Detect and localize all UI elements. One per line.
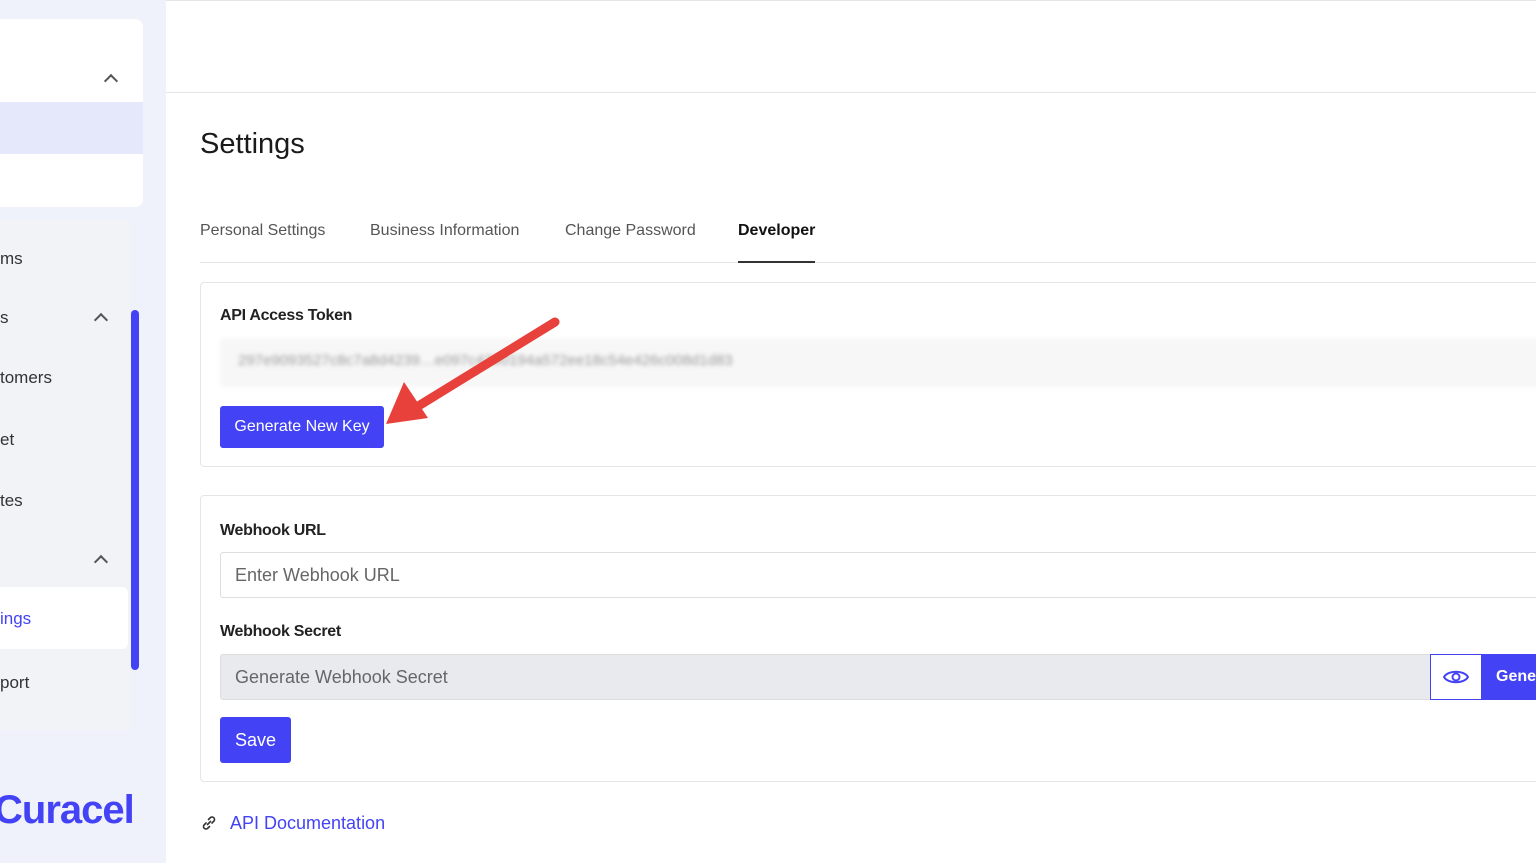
- toggle-visibility-button[interactable]: [1430, 654, 1482, 700]
- sidebar-scrollbar[interactable]: [131, 310, 139, 670]
- sidebar-item-wallet[interactable]: et: [0, 430, 14, 450]
- chevron-up-icon[interactable]: [103, 73, 119, 89]
- eye-icon: [1443, 670, 1469, 684]
- annotation-arrow-icon: [386, 317, 560, 424]
- sidebar-item-settings[interactable]: ings: [0, 587, 128, 649]
- sidebar-group[interactable]: s: [0, 308, 9, 328]
- api-documentation-label[interactable]: API Documentation: [230, 813, 385, 833]
- api-token-label: API Access Token: [220, 307, 353, 324]
- sidebar-item-support[interactable]: port: [0, 673, 29, 693]
- sidebar-item-customers[interactable]: tomers: [0, 368, 52, 388]
- tab-personal-settings[interactable]: Personal Settings: [200, 222, 325, 263]
- tab-business-information[interactable]: Business Information: [370, 222, 519, 263]
- api-documentation-link[interactable]: API Documentation: [200, 813, 385, 834]
- sidebar: ms s tomers et tes ings port Curacel: [0, 0, 166, 863]
- curacel-logo: Curacel: [0, 788, 135, 832]
- sidebar-nav: [0, 220, 130, 730]
- webhook-secret-input[interactable]: Generate Webhook Secret: [220, 654, 1439, 700]
- tab-developer[interactable]: Developer: [738, 222, 816, 263]
- sidebar-top-card: [0, 19, 143, 207]
- sidebar-item-claims[interactable]: ms: [0, 249, 23, 269]
- sidebar-item-selected[interactable]: [0, 102, 143, 154]
- link-icon: [202, 816, 216, 830]
- tab-change-password[interactable]: Change Password: [565, 222, 696, 263]
- generate-new-key-button[interactable]: Generate New Key: [220, 406, 384, 448]
- top-header: [166, 0, 1536, 93]
- webhook-card: Webhook URL Enter Webhook URL Webhook Se…: [200, 495, 1536, 782]
- webhook-url-label: Webhook URL: [220, 522, 326, 539]
- save-button[interactable]: Save: [220, 717, 291, 763]
- page-title: Settings: [200, 128, 305, 160]
- webhook-url-input[interactable]: Enter Webhook URL: [220, 552, 1536, 598]
- settings-tabs: Personal Settings Business Information C…: [200, 222, 1536, 263]
- sidebar-item-quotes[interactable]: tes: [0, 491, 23, 511]
- webhook-secret-label: Webhook Secret: [220, 623, 341, 640]
- generate-secret-button[interactable]: Generate: [1482, 654, 1536, 700]
